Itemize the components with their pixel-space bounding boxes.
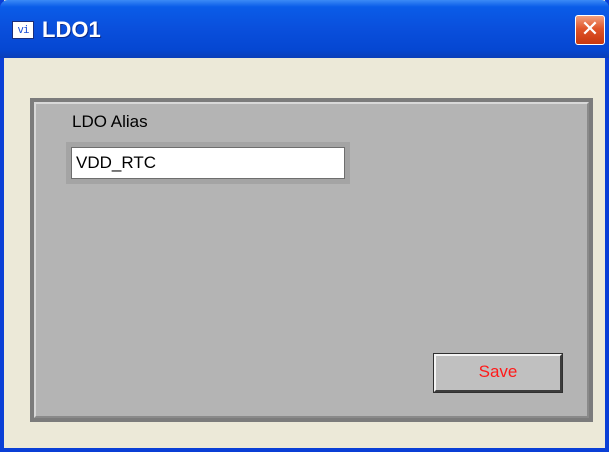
title-bar[interactable]: vi LDO1 ✕ (0, 0, 609, 58)
close-icon[interactable]: ✕ (575, 15, 605, 45)
window-title: LDO1 (42, 17, 101, 42)
ldo-alias-label: LDO Alias (72, 112, 148, 131)
save-button[interactable]: Save (433, 353, 563, 393)
settings-panel-frame: LDO Alias Save (30, 98, 593, 422)
ldo-dialog-window: vi LDO1 ✕ LDO Alias Save (0, 0, 609, 452)
settings-panel: LDO Alias Save (34, 102, 589, 418)
app-icon: vi (12, 21, 34, 39)
ldo-alias-input[interactable] (71, 147, 345, 179)
ldo-alias-field-frame (66, 142, 350, 184)
